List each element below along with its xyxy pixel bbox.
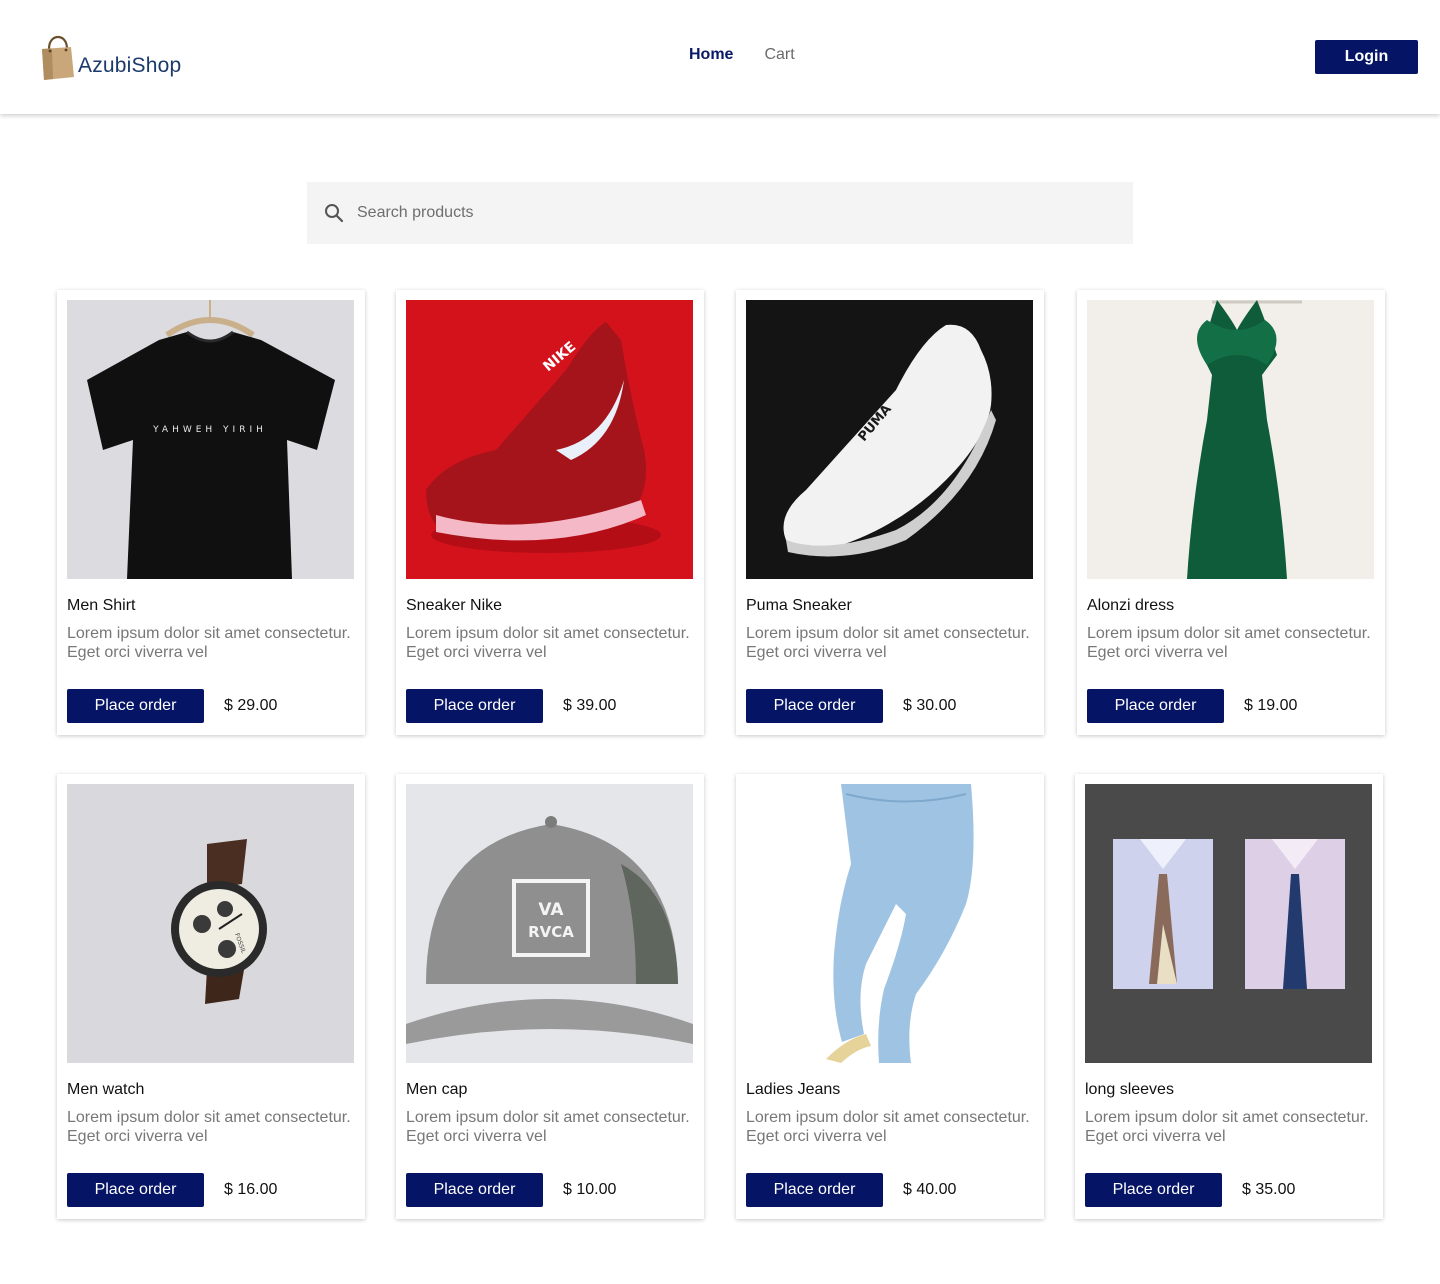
- product-price: $ 35.00: [1242, 1181, 1296, 1198]
- product-card: Alonzi dress Lorem ipsum dolor sit amet …: [1077, 290, 1385, 735]
- product-price: $ 29.00: [224, 697, 278, 714]
- search-input[interactable]: [357, 204, 1117, 222]
- product-card: YAHWEH YIRIH Men Shirt Lorem ipsum dolor…: [57, 290, 365, 735]
- product-description: Lorem ipsum dolor sit amet consectetur. …: [1087, 625, 1371, 661]
- product-description: Lorem ipsum dolor sit amet consectetur. …: [1085, 1109, 1369, 1145]
- product-price: $ 30.00: [903, 697, 957, 714]
- product-description: Lorem ipsum dolor sit amet consectetur. …: [746, 625, 1030, 661]
- product-card: VA RVCA Men cap Lorem ipsum dolor sit am…: [396, 774, 704, 1219]
- product-description: Lorem ipsum dolor sit amet consectetur. …: [67, 625, 351, 661]
- nav-link-home[interactable]: Home: [689, 46, 733, 64]
- product-title: Sneaker Nike: [406, 597, 503, 614]
- product-description: Lorem ipsum dolor sit amet consectetur. …: [746, 1109, 1030, 1145]
- place-order-button[interactable]: Place order: [1085, 1173, 1222, 1207]
- product-description: Lorem ipsum dolor sit amet consectetur. …: [67, 1109, 351, 1145]
- product-title: Alonzi dress: [1087, 597, 1175, 614]
- logo[interactable]: AzubiShop: [40, 33, 181, 81]
- place-order-button[interactable]: Place order: [67, 1173, 204, 1207]
- product-image-dress-shirts[interactable]: [1085, 784, 1372, 1063]
- product-price: $ 39.00: [563, 697, 617, 714]
- cap-logo-text-bottom: RVCA: [528, 923, 574, 941]
- product-card: FOSSIL Men watch Lorem ipsum dolor sit a…: [57, 774, 365, 1219]
- product-image-watch[interactable]: FOSSIL: [67, 784, 354, 1063]
- login-button[interactable]: Login: [1315, 40, 1418, 74]
- product-title: Men Shirt: [67, 597, 136, 614]
- place-order-button[interactable]: Place order: [67, 689, 204, 723]
- product-description: Lorem ipsum dolor sit amet consectetur. …: [406, 625, 690, 661]
- product-price: $ 16.00: [224, 1181, 278, 1198]
- product-image-white-sneaker[interactable]: PUMA: [746, 300, 1033, 579]
- search-bar[interactable]: [307, 182, 1133, 244]
- product-image-tshirt[interactable]: YAHWEH YIRIH: [67, 300, 354, 579]
- product-title: Men watch: [67, 1081, 145, 1098]
- place-order-button[interactable]: Place order: [406, 1173, 543, 1207]
- logo-text: AzubiShop: [78, 54, 182, 77]
- product-image-green-dress[interactable]: [1087, 300, 1374, 579]
- search-icon: [325, 204, 344, 223]
- cap-logo-text-top: VA: [538, 900, 564, 920]
- place-order-button[interactable]: Place order: [1087, 689, 1224, 723]
- product-price: $ 10.00: [563, 1181, 617, 1198]
- site-header: AzubiShop Home Cart Login: [0, 0, 1440, 114]
- product-title: Men cap: [406, 1081, 468, 1098]
- place-order-button[interactable]: Place order: [746, 1173, 883, 1207]
- nav-link-cart[interactable]: Cart: [764, 46, 794, 64]
- main-nav: Home Cart: [689, 46, 795, 64]
- product-title: Ladies Jeans: [746, 1081, 841, 1098]
- product-price: $ 40.00: [903, 1181, 957, 1198]
- product-card: long sleeves Lorem ipsum dolor sit amet …: [1075, 774, 1383, 1219]
- place-order-button[interactable]: Place order: [746, 689, 883, 723]
- product-card: PUMA Puma Sneaker Lorem ipsum dolor sit …: [736, 290, 1044, 735]
- product-card: Ladies Jeans Lorem ipsum dolor sit amet …: [736, 774, 1044, 1219]
- product-description: Lorem ipsum dolor sit amet consectetur. …: [406, 1109, 690, 1145]
- product-image-jeans[interactable]: [746, 784, 1033, 1063]
- product-card: NIKE Sneaker Nike Lorem ipsum dolor sit …: [396, 290, 704, 735]
- product-price: $ 19.00: [1244, 697, 1298, 714]
- product-image-red-sneaker[interactable]: NIKE: [406, 300, 693, 579]
- product-image-cap[interactable]: VA RVCA: [406, 784, 693, 1063]
- tshirt-print-text: YAHWEH YIRIH: [152, 425, 267, 435]
- product-title: Puma Sneaker: [746, 597, 852, 614]
- shopping-bag-icon: [42, 35, 74, 80]
- place-order-button[interactable]: Place order: [406, 689, 543, 723]
- product-title: long sleeves: [1085, 1081, 1174, 1098]
